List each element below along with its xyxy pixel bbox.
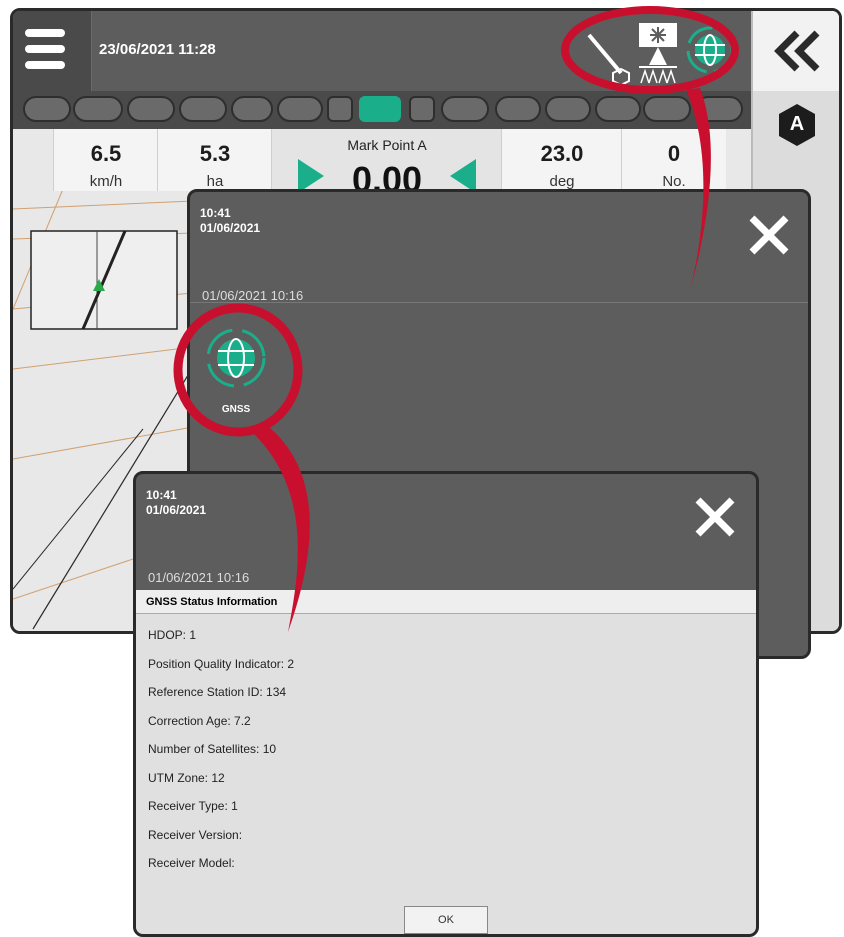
guidance-mode-icon[interactable]: A bbox=[777, 103, 817, 147]
boom-section-indicator[interactable] bbox=[359, 96, 401, 122]
notification-entry-timestamp: 01/06/2021 10:16 bbox=[202, 288, 304, 303]
gnss-info-line: Number of Satellites: 10 bbox=[148, 742, 277, 756]
boom-section-indicator[interactable] bbox=[495, 96, 541, 122]
ok-button[interactable]: OK bbox=[404, 906, 488, 934]
heading-unit: deg bbox=[549, 173, 575, 190]
gnss-info-panel: GNSS Status Information HDOP: 1 Position … bbox=[136, 590, 756, 934]
heading-value: 23.0 bbox=[540, 141, 584, 166]
area-unit: ha bbox=[206, 173, 224, 190]
steer-left-arrow-icon bbox=[450, 159, 476, 193]
menu-icon-bar bbox=[25, 45, 65, 53]
gnss-info-line: Receiver Model: bbox=[148, 856, 235, 870]
section-status-bar bbox=[13, 91, 751, 129]
menu-icon-bar bbox=[25, 29, 65, 37]
gnss-info-line: Correction Age: 7.2 bbox=[148, 713, 251, 728]
gnss-info-title: GNSS Status Information bbox=[136, 590, 756, 614]
gnss-notification-tile[interactable]: GNSS bbox=[204, 322, 268, 422]
count-gauge[interactable]: 0 No. bbox=[621, 129, 726, 191]
double-chevron-left-icon bbox=[774, 30, 820, 72]
gnss-info-line: UTM Zone: 12 bbox=[148, 770, 225, 785]
dashboard-bar: 6.5 km/h 5.3 ha Mark Point A 0.00 23.0 d… bbox=[53, 129, 743, 200]
gnss-info-line: Receiver Type: 1 bbox=[148, 799, 238, 813]
divider bbox=[190, 302, 808, 303]
notification-date: 01/06/2021 bbox=[200, 221, 261, 235]
notification-clock: 10:41 01/06/2021 bbox=[200, 206, 260, 236]
gnss-icon[interactable] bbox=[685, 25, 735, 75]
boom-section-indicator[interactable] bbox=[277, 96, 323, 122]
boom-section-indicator[interactable] bbox=[595, 96, 641, 122]
speed-value: 6.5 bbox=[90, 141, 122, 166]
speed-unit: km/h bbox=[89, 173, 123, 190]
gnss-dialog-timestamp: 01/06/2021 10:16 bbox=[148, 570, 250, 585]
close-icon[interactable] bbox=[692, 494, 738, 540]
boom-section-indicator[interactable] bbox=[73, 96, 123, 122]
gnss-dialog-clock: 10:41 01/06/2021 bbox=[146, 488, 206, 518]
boom-section-indicator[interactable] bbox=[231, 96, 273, 122]
cross-track-gauge[interactable]: Mark Point A 0.00 bbox=[271, 129, 502, 200]
gnss-info-line: Receiver Version: bbox=[148, 827, 243, 842]
count-unit: No. bbox=[662, 173, 686, 190]
boom-section-indicator[interactable] bbox=[643, 96, 691, 122]
menu-button[interactable] bbox=[13, 11, 92, 91]
boom-section-indicator[interactable] bbox=[441, 96, 489, 122]
gnss-info-line: HDOP: 1 bbox=[148, 628, 197, 642]
collapse-panel-button[interactable] bbox=[753, 11, 839, 91]
mark-point-label: Mark Point A bbox=[347, 137, 427, 153]
gnss-status-dialog: 10:41 01/06/2021 01/06/2021 10:16 GNSS S… bbox=[133, 471, 759, 937]
boom-section-indicator[interactable] bbox=[545, 96, 591, 122]
gnss-info-line: Position Quality Indicator: 2 bbox=[148, 656, 295, 671]
gnss-dialog-date: 01/06/2021 bbox=[146, 503, 207, 517]
sprayer-icon[interactable] bbox=[633, 21, 683, 87]
gnss-info-line: Reference Station ID: 134 bbox=[148, 685, 287, 699]
speed-gauge[interactable]: 6.5 km/h bbox=[53, 129, 158, 191]
gnss-icon bbox=[206, 328, 266, 388]
boom-section-indicator[interactable] bbox=[695, 96, 743, 122]
area-value: 5.3 bbox=[199, 141, 231, 166]
boom-section-indicator[interactable] bbox=[23, 96, 71, 122]
menu-icon-bar bbox=[25, 61, 65, 69]
close-icon[interactable] bbox=[746, 212, 792, 258]
boom-section-indicator[interactable] bbox=[179, 96, 227, 122]
header-datetime: 23/06/2021 11:28 bbox=[99, 41, 216, 58]
count-value: 0 bbox=[667, 141, 681, 166]
boom-section-indicator[interactable] bbox=[409, 96, 435, 122]
gnss-tile-label: GNSS bbox=[221, 404, 251, 415]
guidance-mode-letter: A bbox=[789, 113, 805, 135]
heading-gauge[interactable]: 23.0 deg bbox=[501, 129, 622, 191]
top-bar: 23/06/2021 11:28 bbox=[13, 11, 751, 91]
gnss-dialog-time: 10:41 bbox=[146, 488, 177, 502]
notification-time: 10:41 bbox=[200, 206, 231, 220]
area-gauge[interactable]: 5.3 ha bbox=[157, 129, 272, 191]
boom-section-indicator[interactable] bbox=[327, 96, 353, 122]
boom-section-indicator[interactable] bbox=[127, 96, 175, 122]
